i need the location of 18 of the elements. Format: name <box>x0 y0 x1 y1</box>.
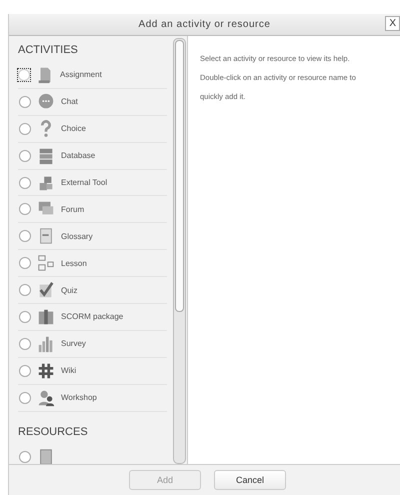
close-button[interactable]: X <box>385 16 400 31</box>
activity-label[interactable]: SCORM package <box>61 312 124 322</box>
activity-label[interactable]: Survey <box>61 339 86 348</box>
activity-label[interactable]: Assignment <box>60 70 102 80</box>
activity-label[interactable]: Choice <box>61 124 86 134</box>
dialog-title: Add an activity or resource <box>138 19 270 30</box>
section-heading: RESOURCES <box>18 426 89 438</box>
section-heading: ACTIVITIES <box>18 44 79 56</box>
activity-label[interactable]: Wiki <box>61 366 76 376</box>
activity-label[interactable]: Chat <box>61 97 78 106</box>
activity-label[interactable]: Glossary <box>61 232 93 241</box>
activity-label[interactable]: Database <box>61 151 96 160</box>
activity-label[interactable]: Quiz <box>61 286 78 295</box>
activity-label[interactable]: Forum <box>61 204 84 214</box>
activity-label[interactable]: External Tool <box>61 178 108 187</box>
cancel-button[interactable]: Cancel <box>214 470 286 490</box>
activity-label[interactable]: Lesson <box>61 258 87 268</box>
activity-label[interactable]: Workshop <box>61 393 97 402</box>
